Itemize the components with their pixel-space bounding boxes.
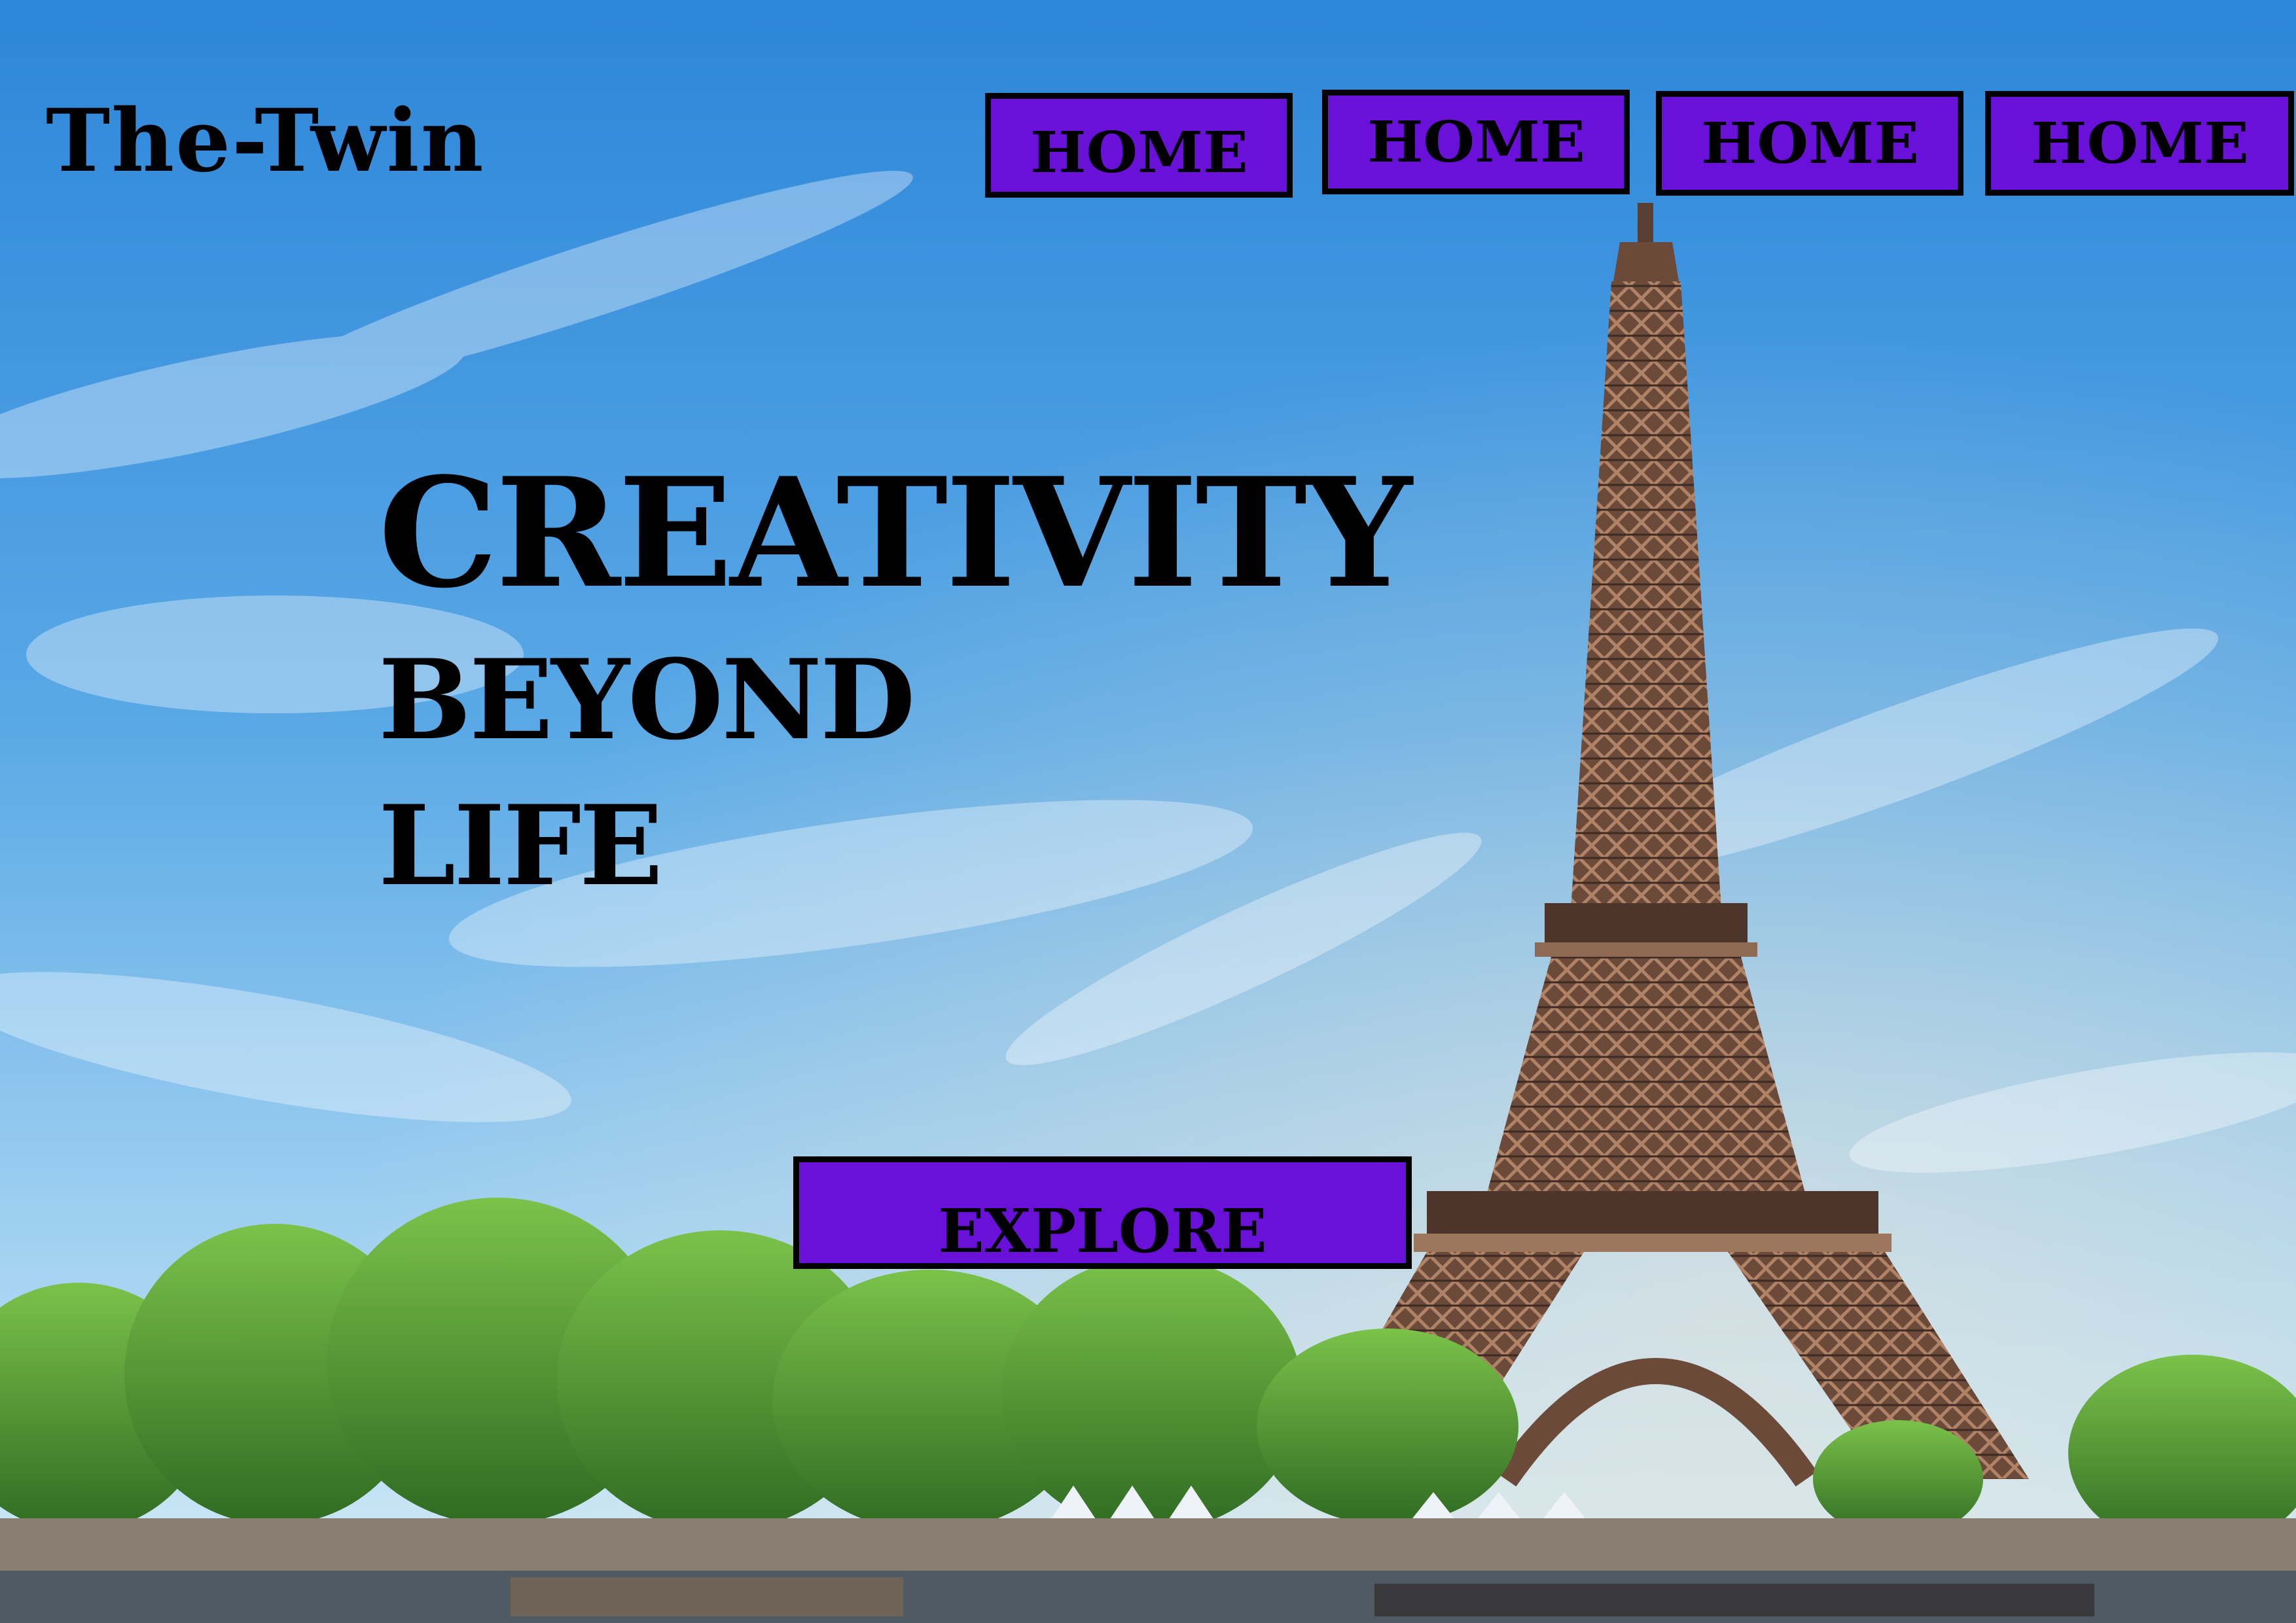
nav-home-label: HOME (1700, 110, 1919, 177)
explore-button-label: EXPLORE (938, 1196, 1267, 1266)
hero-headline-line-2: BEYOND (378, 635, 916, 764)
site-logo[interactable]: The-Twin (46, 98, 485, 185)
nav-home-button-4[interactable]: HOME (1985, 91, 2294, 196)
hero-headline-line-1: CREATIVITY (378, 445, 1412, 622)
nav-home-label: HOME (2030, 110, 2249, 177)
nav-home-button-1[interactable]: HOME (985, 93, 1293, 198)
nav-home-label: HOME (1367, 109, 1585, 175)
nav-home-label: HOME (1030, 119, 1248, 186)
nav-home-button-2[interactable]: HOME (1322, 90, 1630, 194)
landing-page: The-Twin HOME HOME HOME HOME CREATIVITY … (0, 0, 2296, 1623)
explore-button[interactable]: EXPLORE (793, 1156, 1412, 1269)
hero-headline-line-3: LIFE (378, 781, 663, 910)
nav-home-button-3[interactable]: HOME (1656, 91, 1964, 196)
eiffel-tower-background (0, 0, 2296, 1623)
